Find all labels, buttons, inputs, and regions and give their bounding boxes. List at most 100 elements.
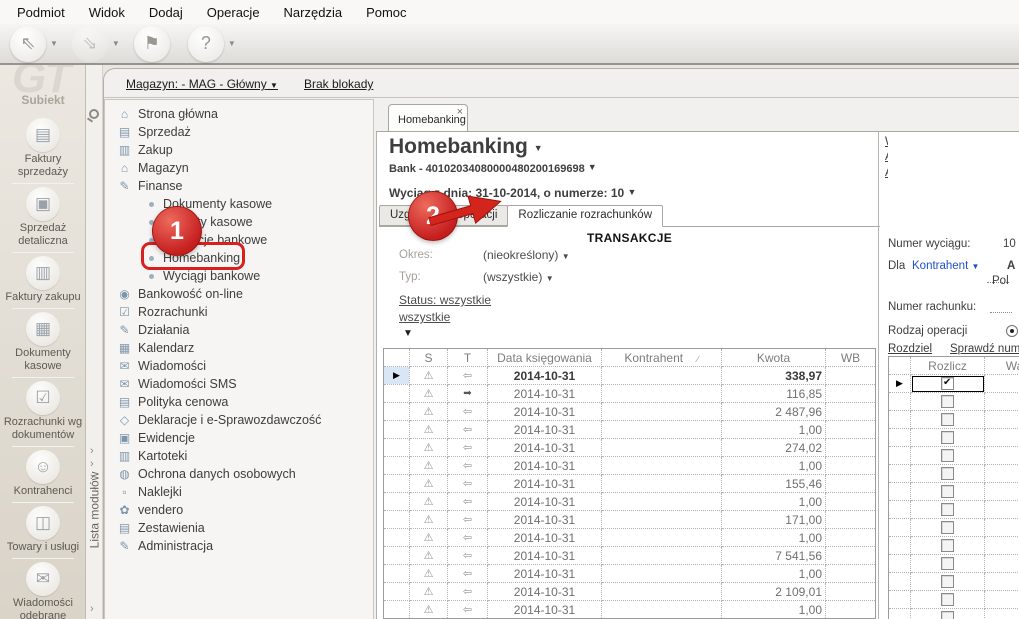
table-row[interactable]: ⚠ ⇦ 2014-10-31 1,00 — [383, 456, 876, 475]
table-row[interactable]: ▶ ⚠ ⇦ 2014-10-31 338,97 — [383, 366, 876, 385]
tree-item-kalendarz[interactable]: ▦ Kalendarz — [105, 339, 373, 357]
menu-item-podmiot[interactable]: Podmiot — [6, 2, 76, 23]
column-header-Data księgowania[interactable]: Data księgowania — [487, 348, 602, 367]
dla-dropdown[interactable]: Kontrahent ▼ — [912, 260, 979, 272]
table-row[interactable] — [888, 518, 1019, 537]
page-title[interactable]: Homebanking ▼ — [389, 135, 543, 159]
rozlicz-checkbox[interactable] — [941, 431, 954, 444]
table-row[interactable]: ⚠ ⇦ 2014-10-31 274,02 — [383, 438, 876, 457]
column-header-wa[interactable]: Wa — [984, 356, 1019, 375]
radio-button[interactable] — [1006, 325, 1018, 337]
sidebar-module-3[interactable]: ▥ Faktury zakupu — [0, 253, 85, 309]
tree-item-sprzedaż[interactable]: ▤ Sprzedaż — [105, 123, 373, 141]
rozlicz-checkbox[interactable] — [941, 395, 954, 408]
tree-item-wyciągi-bankowe[interactable]: Wyciągi bankowe — [105, 267, 373, 285]
table-row[interactable]: ⚠ ⇦ 2014-10-31 1,00 — [383, 420, 876, 439]
sidebar-module-5[interactable]: ☑ Rozrachunki wg dokumentów — [0, 378, 85, 447]
tree-item-polityka-cenowa[interactable]: ▤ Polityka cenowa — [105, 393, 373, 411]
table-row[interactable] — [888, 500, 1019, 519]
rozlicz-checkbox[interactable] — [941, 377, 954, 390]
sidebar-module-1[interactable]: ▤ Faktury sprzedaży — [0, 115, 85, 184]
rozlicz-checkbox[interactable] — [941, 485, 954, 498]
rozlicz-checkbox[interactable] — [941, 557, 954, 570]
typ-dropdown[interactable]: (wszystkie) ▼ — [483, 270, 554, 284]
tree-item-strona-główna[interactable]: ⌂ Strona główna — [105, 105, 373, 123]
rozlicz-checkbox[interactable] — [941, 521, 954, 534]
table-row[interactable]: ▶ — [888, 374, 1019, 393]
tree-item-ewidencje[interactable]: ▣ Ewidencje — [105, 429, 373, 447]
tree-item-vendero[interactable]: ✿ vendero — [105, 501, 373, 519]
tree-item-działania[interactable]: ✎ Działania — [105, 321, 373, 339]
menu-item-operacje[interactable]: Operacje — [196, 2, 271, 23]
table-row[interactable] — [888, 410, 1019, 429]
tab-homebanking[interactable]: Homebanking × — [388, 104, 468, 132]
sidebar-module-7[interactable]: ◫ Towary i usługi — [0, 503, 85, 559]
table-row[interactable]: ⚠ ⇦ 2014-10-31 7 541,56 — [383, 546, 876, 565]
table-row[interactable]: ⚠ ⇦ 2014-10-31 2 487,96 — [383, 402, 876, 421]
tree-item-administracja[interactable]: ✎ Administracja — [105, 537, 373, 555]
table-row[interactable]: ⚠ ⇦ 2014-10-31 1,00 — [383, 600, 876, 619]
table-row[interactable] — [888, 536, 1019, 555]
tree-item-wiadomości-sms[interactable]: ✉ Wiadomości SMS — [105, 375, 373, 393]
column-header-rozlicz[interactable]: Rozlicz — [910, 356, 985, 375]
rozlicz-checkbox[interactable] — [941, 449, 954, 462]
table-row[interactable] — [888, 446, 1019, 465]
rozlicz-checkbox[interactable] — [941, 539, 954, 552]
subtab-rozliczanie-rozrachunk-w[interactable]: Rozliczanie rozrachunków — [507, 205, 663, 227]
panel-splitter[interactable] — [878, 132, 879, 619]
menu-item-pomoc[interactable]: Pomoc — [355, 2, 417, 23]
table-row[interactable] — [888, 608, 1019, 619]
rozdziel-link[interactable]: Rozdziel — [888, 343, 932, 355]
table-row[interactable]: ⚠ ⇦ 2014-10-31 1,00 — [383, 564, 876, 583]
tree-item-bankowość-on-line[interactable]: ◉ Bankowość on-line — [105, 285, 373, 303]
table-row[interactable]: ⚠ ⇦ 2014-10-31 171,00 — [383, 510, 876, 529]
help-button[interactable]: ? — [187, 25, 224, 62]
table-row[interactable] — [888, 428, 1019, 447]
filter-dropdown-icon[interactable]: ▼ — [403, 328, 413, 339]
table-row[interactable] — [888, 482, 1019, 501]
tree-item-magazyn[interactable]: ⌂ Magazyn — [105, 159, 373, 177]
tree-item-raporty-kasowe[interactable]: Raporty kasowe — [105, 213, 373, 231]
sidebar-module-4[interactable]: ▦ Dokumenty kasowe — [0, 309, 85, 378]
table-row[interactable] — [888, 572, 1019, 591]
table-row[interactable]: ⚠ ⇦ 2014-10-31 1,00 — [383, 528, 876, 547]
rozlicz-checkbox[interactable] — [941, 593, 954, 606]
tree-item-naklejki[interactable]: ▫ Naklejki — [105, 483, 373, 501]
bank-account-selector[interactable]: Bank - 40102034080000480200169698 ▼ — [389, 162, 597, 175]
status-link-2[interactable]: wszystkie — [399, 310, 450, 324]
table-row[interactable]: ⚠ ⇦ 2014-10-31 1,00 — [383, 492, 876, 511]
rozlicz-checkbox[interactable] — [941, 413, 954, 426]
sidebar-module-6[interactable]: ☺ Kontrahenci — [0, 447, 85, 503]
status-link[interactable]: Status: wszystkie — [399, 293, 491, 307]
table-row[interactable]: ⚠ ⇦ 2014-10-31 155,46 — [383, 474, 876, 493]
tree-item-dokumenty-kasowe[interactable]: Dokumenty kasowe — [105, 195, 373, 213]
table-row[interactable] — [888, 554, 1019, 573]
menu-item-widok[interactable]: Widok — [78, 2, 136, 23]
column-header-Kontrahent[interactable]: Kontrahent ∕ — [601, 348, 722, 367]
column-header-Kwota[interactable]: Kwota — [721, 348, 826, 367]
table-row[interactable] — [888, 590, 1019, 609]
tree-item-zakup[interactable]: ▥ Zakup — [105, 141, 373, 159]
close-icon[interactable]: × — [457, 106, 463, 118]
table-row[interactable]: ⚠ ⇦ 2014-10-31 2 109,01 — [383, 582, 876, 601]
brak-blokady-link[interactable]: Brak blokady — [304, 77, 373, 91]
flag-button[interactable]: ⚑ — [133, 25, 170, 62]
tree-item-rozrachunki[interactable]: ☑ Rozrachunki — [105, 303, 373, 321]
sidebar-module-8[interactable]: ✉ Wiadomości odebrane — [0, 559, 85, 619]
sidebar-module-2[interactable]: ▣ Sprzedaż detaliczna — [0, 184, 85, 253]
column-header-T[interactable]: T — [447, 348, 488, 367]
tree-item-kartoteki[interactable]: ▥ Kartoteki — [105, 447, 373, 465]
magazyn-link[interactable]: Magazyn: - MAG - Główny ▼ — [126, 77, 278, 91]
column-header-WB[interactable]: WB — [825, 348, 876, 367]
menu-item-narzędzia[interactable]: Narzędzia — [273, 2, 354, 23]
rozlicz-checkbox[interactable] — [941, 467, 954, 480]
table-row[interactable] — [888, 464, 1019, 483]
rozlicz-checkbox[interactable] — [941, 575, 954, 588]
menu-item-dodaj[interactable]: Dodaj — [138, 2, 194, 23]
table-row[interactable]: ⚠ ➡ 2014-10-31 116,85 — [383, 384, 876, 403]
tree-item-zestawienia[interactable]: ▤ Zestawienia — [105, 519, 373, 537]
rozlicz-checkbox[interactable] — [941, 503, 954, 516]
tree-item-wiadomości[interactable]: ✉ Wiadomości — [105, 357, 373, 375]
rozlicz-checkbox[interactable] — [941, 611, 954, 619]
tree-item-deklaracje-i-e-sprawozdawczość[interactable]: ◇ Deklaracje i e-Sprawozdawczość — [105, 411, 373, 429]
